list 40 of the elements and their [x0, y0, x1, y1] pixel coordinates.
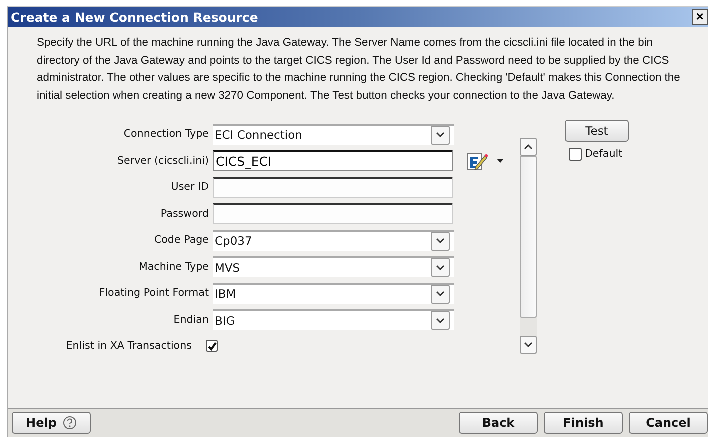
chevron-down-icon[interactable] [431, 232, 450, 251]
field-label: Code Page [153, 234, 210, 246]
finish-button[interactable]: Finish [544, 412, 623, 434]
chevron-down-icon[interactable] [431, 126, 450, 145]
field-label: Floating Point Format [98, 287, 210, 300]
checkbox[interactable] [206, 340, 218, 352]
input-field[interactable] [213, 203, 453, 224]
window-title: Create a New Connection Resource [11, 10, 260, 24]
checkbox[interactable] [569, 148, 582, 161]
help-button[interactable]: Help [12, 412, 91, 434]
chevron-down-icon[interactable] [431, 258, 450, 278]
scroll-up-icon[interactable] [520, 138, 537, 156]
cancel-button[interactable]: Cancel [629, 412, 708, 434]
dropdown-field[interactable]: MVS [213, 256, 454, 278]
input-field[interactable]: CICS_ECI [213, 150, 453, 172]
caret-down-icon[interactable] [497, 158, 504, 163]
scroll-down-icon[interactable] [520, 336, 537, 354]
back-button[interactable]: Back [459, 412, 538, 434]
description-text: Specify the URL of the machine running the Java Gateway. The Server Name comes from the cicscli.ini file located in the bin directory of the Java Gateway and points to the target CICS region. The User Id and Password need to be supplied by the CICS administrator. The other values are specific to the machine running the CICS region. Checking 'Default' makes this Connection the initial selection when creating a new 3270 Component. The Test button checks your connection to the Java Gateway. [37, 36, 682, 104]
checkbox-label: Default [585, 148, 623, 160]
input-field[interactable] [213, 176, 453, 198]
dropdown-field[interactable]: Cp037 [213, 230, 454, 251]
dropdown-field[interactable]: IBM [213, 282, 454, 304]
field-label: User ID [170, 181, 210, 194]
field-label: Server (cicscli.ini) [116, 154, 210, 167]
test-button[interactable]: Test [565, 120, 629, 142]
help-icon [62, 416, 77, 430]
field-label: Password [160, 208, 210, 220]
field-label: Machine Type [138, 260, 210, 273]
field-label: Connection Type [122, 128, 210, 140]
chevron-down-icon[interactable] [431, 284, 450, 304]
dropdown-field[interactable]: ECI Connection [213, 124, 454, 145]
scrollbar[interactable] [520, 138, 537, 354]
field-label: Endian [172, 314, 210, 326]
close-button[interactable]: × [692, 9, 708, 25]
chevron-down-icon[interactable] [431, 311, 450, 330]
scroll-thumb[interactable] [520, 156, 537, 318]
field-label: Enlist in XA Transactions [65, 340, 192, 352]
edit-pencil-icon[interactable] [467, 150, 489, 171]
dropdown-field[interactable]: BIG [213, 309, 454, 330]
